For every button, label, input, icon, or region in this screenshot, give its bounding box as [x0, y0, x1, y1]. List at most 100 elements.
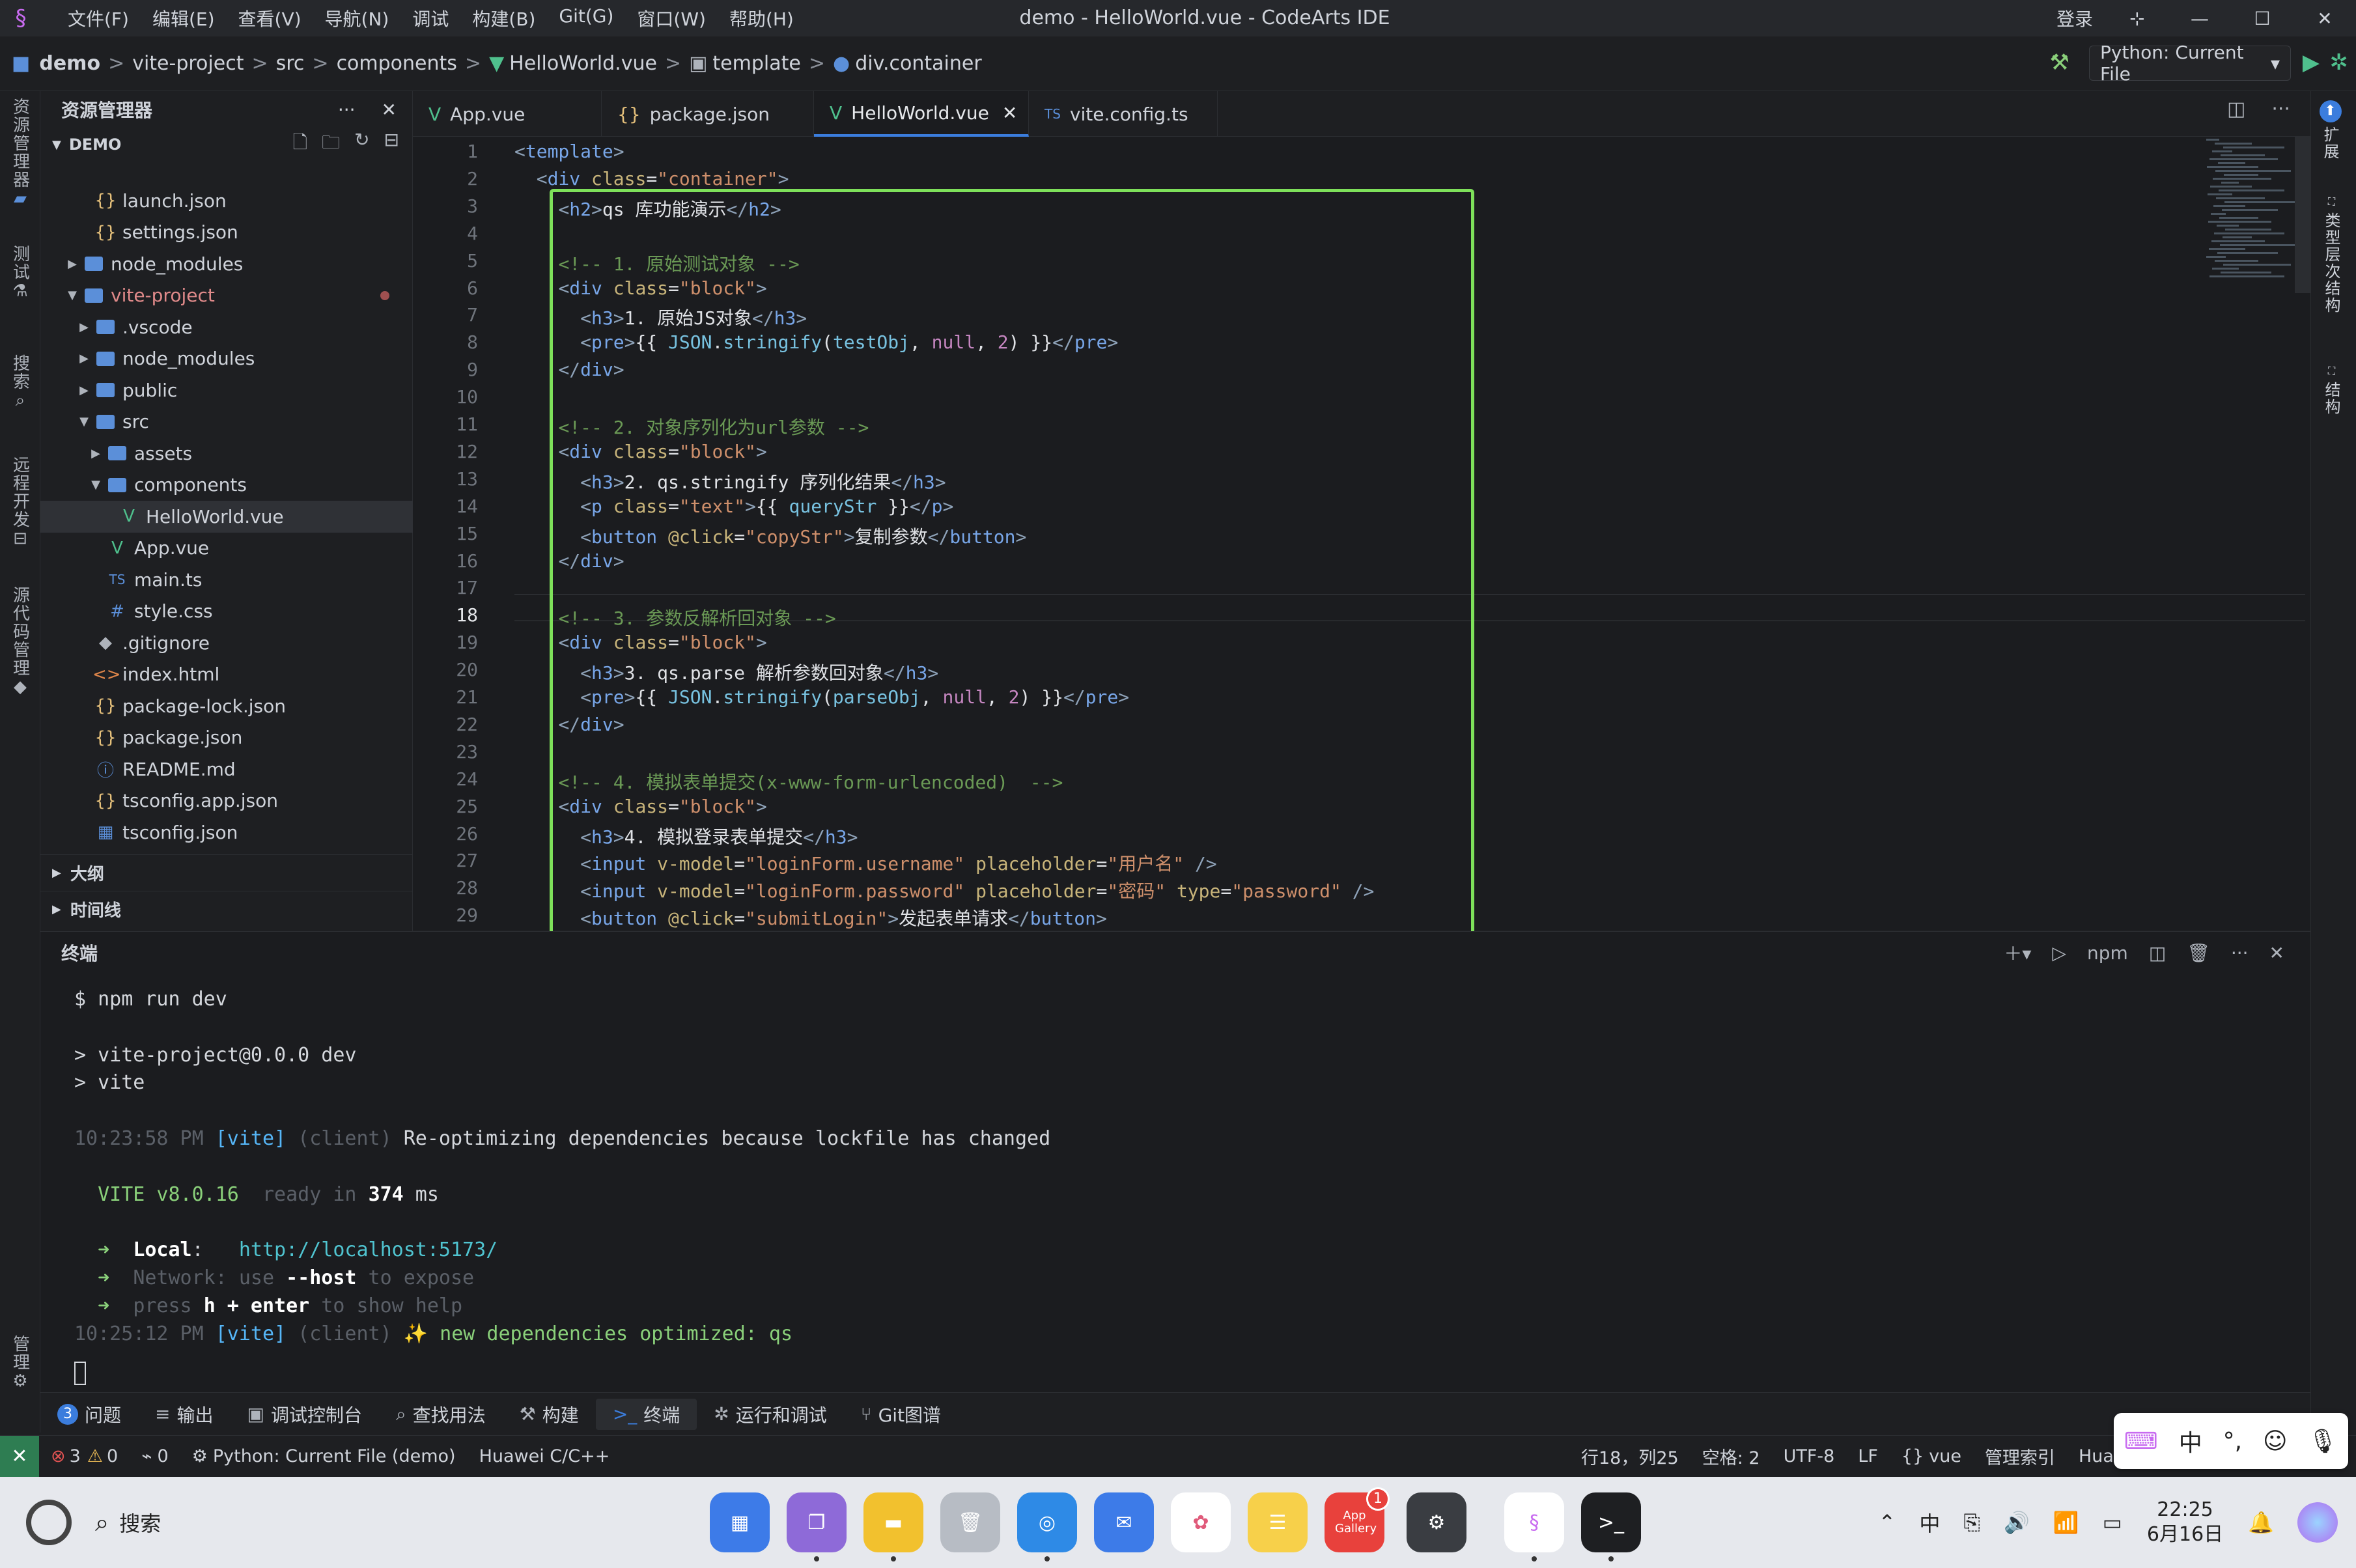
tree-item[interactable]: ▼ components [40, 469, 413, 501]
ports-status[interactable]: ⌁ 0 [130, 1446, 180, 1466]
breadcrumb-demo[interactable]: demo [39, 52, 100, 75]
close-tab-icon[interactable]: ✕ [1002, 102, 1017, 124]
type-hierarchy-item[interactable]: ⛶ 类型层次结构 [2320, 195, 2343, 314]
ime-tray-icon[interactable]: 中 [1919, 1507, 1940, 1537]
battery-icon[interactable]: ▭ [2103, 1510, 2122, 1535]
language-status[interactable]: {} vue [1890, 1446, 1973, 1466]
clock[interactable]: 22:25 6月16日 [2147, 1498, 2223, 1547]
tree-item[interactable]: ▦ tsconfig.json [40, 817, 413, 848]
breadcrumb-file[interactable]: HelloWorld.vue [509, 52, 657, 75]
breadcrumb-src[interactable]: src [276, 52, 305, 75]
collapse-all-icon[interactable]: ⊟ [384, 129, 399, 160]
tree-item[interactable]: V App.vue [40, 533, 413, 565]
assistant-icon[interactable] [2297, 1502, 2338, 1543]
tree-item[interactable]: ⓘ README.md [40, 753, 413, 785]
breadcrumb-components[interactable]: components [337, 52, 457, 75]
activity-search[interactable]: 搜索 ⌕ [0, 354, 40, 411]
more-icon[interactable]: ··· [2271, 98, 2290, 120]
tree-item[interactable]: ▼ src [40, 406, 413, 438]
activity-scm[interactable]: 源代码管理 ◆ [0, 586, 40, 697]
mail-icon[interactable]: ✉ [1094, 1492, 1154, 1552]
eol-status[interactable]: LF [1846, 1446, 1890, 1466]
layout-icon[interactable]: ⊹ [2106, 8, 2168, 29]
tab-helloworld-vue[interactable]: V HelloWorld.vue ✕ [814, 91, 1029, 137]
breadcrumb-div-container[interactable]: div.container [855, 52, 982, 75]
browser-icon[interactable]: ◎ [1017, 1492, 1077, 1561]
more-icon[interactable]: ··· [2231, 942, 2249, 964]
new-file-icon[interactable]: 🗋 [293, 129, 308, 160]
remote-indicator[interactable]: ✕ [0, 1435, 39, 1477]
lang-server-status[interactable]: Huawei C/C++ [468, 1446, 622, 1466]
tree-item[interactable]: {} tsconfig.app.json [40, 785, 413, 817]
app-gallery-icon[interactable]: App Gallery 1 [1325, 1487, 1390, 1552]
breadcrumb-template[interactable]: template [712, 52, 800, 75]
volume-icon[interactable]: 🔊 [2004, 1510, 2030, 1535]
menu-item[interactable]: 查看(V) [227, 5, 313, 31]
codearts-ide-icon[interactable]: § [1504, 1492, 1564, 1561]
menu-item[interactable]: 导航(N) [313, 5, 401, 31]
split-terminal-icon[interactable]: ◫ [2149, 942, 2166, 964]
recycle-bin-icon[interactable]: 🗑 [940, 1492, 1000, 1552]
tree-item[interactable]: ▶ node_modules [40, 248, 413, 280]
microphone-icon[interactable]: 🎙 [2308, 1427, 2338, 1455]
file-manager-icon[interactable]: ▬ [863, 1492, 923, 1561]
encoding-status[interactable]: UTF-8 [1772, 1446, 1847, 1466]
close-icon[interactable]: ✕ [2269, 942, 2284, 964]
timeline-section[interactable]: ▶ 时间线 [40, 891, 413, 927]
ime-lang-toggle[interactable]: 中 [2179, 1424, 2202, 1458]
tree-item[interactable]: ▼ vite-project [40, 280, 413, 312]
panel-tab[interactable]: 3 问题 [40, 1399, 138, 1430]
menu-item[interactable]: 调试 [400, 5, 460, 31]
tree-item[interactable]: ▶ public [40, 374, 413, 406]
panel-tab[interactable]: ✲ 运行和调试 [697, 1399, 843, 1430]
terminal-shell-label[interactable]: npm [2087, 942, 2128, 964]
tab-vite-config-ts[interactable]: TS vite.config.ts [1029, 91, 1218, 137]
tree-item[interactable]: V HelloWorld.vue [40, 501, 413, 533]
chevron-up-icon[interactable]: ⌃ [1879, 1510, 1896, 1535]
panel-tab[interactable]: >_ 终端 [595, 1398, 697, 1430]
tree-item[interactable]: {} settings.json [40, 217, 413, 249]
python-config-status[interactable]: ⚙ Python: Current File (demo) [180, 1446, 468, 1466]
tree-item[interactable]: # style.css [40, 596, 413, 628]
activity-manage[interactable]: 管理 ⚙ [0, 1335, 40, 1391]
new-terminal-icon[interactable]: ＋▾ [2004, 940, 2031, 966]
login-button[interactable]: 登录 [2043, 5, 2106, 31]
debug-icon[interactable]: ✲ [2330, 49, 2349, 76]
ime-logo-icon[interactable]: ⌨ [2124, 1428, 2158, 1455]
menu-item[interactable]: 构建(B) [460, 5, 547, 31]
split-editor-icon[interactable]: ◫ [2227, 98, 2245, 120]
taskbar-search[interactable]: ⌕ 搜索 [95, 1507, 161, 1537]
tab-package-json[interactable]: {} package.json [602, 91, 814, 137]
minimize-button[interactable]: — [2168, 8, 2231, 29]
close-window-button[interactable]: ✕ [2293, 8, 2356, 29]
tree-item[interactable]: ◆ .gitignore [40, 627, 413, 659]
menu-item[interactable]: Git(G) [547, 5, 625, 31]
panel-tab[interactable]: ⑂ Git图谱 [844, 1399, 958, 1430]
close-icon[interactable]: ✕ [382, 99, 397, 120]
tab-app-vue[interactable]: V App.vue [413, 91, 602, 137]
panel-tab[interactable]: ⌕ 查找用法 [379, 1399, 503, 1430]
outline-section[interactable]: ▶ 大纲 [40, 854, 413, 891]
tree-item[interactable]: {} package-lock.json [40, 690, 413, 722]
panel-tab[interactable]: ≡ 输出 [138, 1399, 230, 1430]
wifi-icon[interactable]: 📶 [2053, 1510, 2079, 1535]
activity-explorer[interactable]: 资源管理器 ▰ [0, 98, 40, 208]
editor-scrollbar[interactable] [2295, 137, 2310, 293]
tree-item[interactable]: ▶ node_modules [40, 343, 413, 375]
indent-status[interactable]: 空格: 2 [1690, 1444, 1772, 1469]
new-folder-icon[interactable]: 🗀 [322, 129, 340, 160]
build-hammer-icon[interactable]: ⚒ [2050, 49, 2069, 76]
tree-item[interactable]: ▶ assets [40, 438, 413, 469]
activity-test[interactable]: 测试 ⚗ [0, 245, 40, 301]
activity-remote[interactable]: 远程开发 ⊟ [0, 456, 40, 548]
terminal-app-icon[interactable]: >_ [1581, 1492, 1641, 1561]
notes-icon[interactable]: ☰ [1248, 1492, 1308, 1552]
panel-tab[interactable]: ⚒ 构建 [503, 1399, 596, 1430]
cursor-position[interactable]: 行18，列25 [1569, 1444, 1690, 1469]
extensions-item[interactable]: ⬆ 扩展 [2319, 100, 2342, 160]
run-icon[interactable]: ▶ [2303, 49, 2320, 76]
tree-item[interactable]: TS main.ts [40, 564, 413, 596]
panel-tab[interactable]: ▣ 调试控制台 [231, 1399, 379, 1430]
app-launcher-icon[interactable]: ▦ [710, 1492, 770, 1552]
tree-item[interactable]: <> index.html [40, 659, 413, 691]
